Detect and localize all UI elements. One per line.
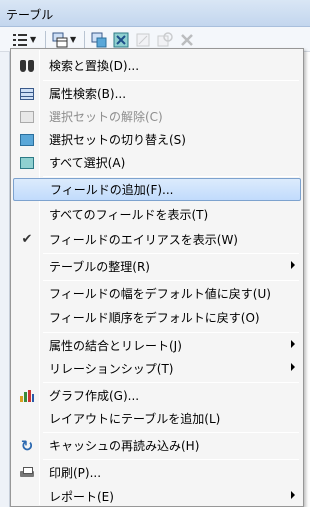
- menu-item-show-all-fields[interactable]: すべてのフィールドを表示(T): [13, 203, 301, 226]
- zoom-to-selected-icon: [157, 31, 173, 48]
- delete-icon: [179, 32, 195, 48]
- menu-separator: [43, 280, 299, 281]
- select-by-attributes-icon: [91, 32, 107, 48]
- switch-selection-button[interactable]: [113, 31, 129, 48]
- refresh-icon: ↻: [20, 436, 34, 455]
- switch-selection-icon: [20, 133, 34, 146]
- menu-item-label: フィールド順序をデフォルトに戻す(O): [49, 311, 260, 325]
- menu-item-label: グラフ作成(G)...: [49, 389, 140, 403]
- clear-selection-icon: [20, 110, 34, 123]
- related-tables-icon: [52, 32, 68, 48]
- submenu-arrow-icon: [291, 363, 295, 371]
- menu-item-switch-selection[interactable]: 選択セットの切り替え(S): [13, 128, 301, 151]
- menu-item-label: すべて選択(A): [49, 156, 126, 170]
- menu-item-joins-relates[interactable]: 属性の結合とリレート(J): [13, 334, 301, 357]
- toolbar-separator: [45, 31, 46, 48]
- menu-item-restore-field-widths[interactable]: フィールドの幅をデフォルト値に戻す(U): [13, 282, 301, 305]
- menu-item-label: キャッシュの再読み込み(H): [49, 439, 200, 453]
- menu-separator: [43, 332, 299, 333]
- menu-item-label: 選択セットの解除(C): [49, 110, 163, 124]
- menu-item-label: フィールドのエイリアスを表示(W): [49, 233, 238, 247]
- menu-item-label: フィールドの幅をデフォルト値に戻す(U): [49, 287, 271, 301]
- menu-item-select-by-attributes[interactable]: 属性検索(B)...: [13, 82, 301, 105]
- checkmark-icon: ✔: [21, 232, 33, 247]
- menu-separator: [43, 432, 299, 433]
- menu-item-restore-field-order[interactable]: フィールド順序をデフォルトに戻す(O): [13, 306, 301, 329]
- switch-selection-icon: [113, 32, 129, 48]
- clear-selection-button[interactable]: [135, 31, 151, 48]
- select-by-attributes-icon: [20, 87, 34, 100]
- menu-item-print[interactable]: 印刷(P)...: [13, 461, 301, 484]
- clear-selection-icon: [135, 32, 151, 48]
- menu-separator: [43, 176, 299, 177]
- menu-item-label: すべてのフィールドを表示(T): [49, 208, 209, 222]
- menu-item-arrange-tables[interactable]: テーブルの整理(R): [13, 255, 301, 278]
- table-options-menu: 検索と置換(D)... 属性検索(B)... 選択セットの解除(C) 選択セット…: [10, 48, 304, 507]
- menu-item-select-all[interactable]: すべて選択(A): [13, 151, 301, 174]
- menu-item-add-table-to-layout[interactable]: レイアウトにテーブルを追加(L): [13, 407, 301, 430]
- menu-item-label: レイアウトにテーブルを追加(L): [49, 412, 221, 426]
- menu-item-label: テーブルの整理(R): [49, 260, 150, 274]
- menu-item-relationships[interactable]: リレーションシップ(T): [13, 357, 301, 380]
- table-window-edge: [0, 52, 10, 507]
- menu-separator: [43, 459, 299, 460]
- menu-item-create-graph[interactable]: グラフ作成(G)...: [13, 384, 301, 407]
- menu-item-label: 選択セットの切り替え(S): [49, 133, 186, 147]
- table-options-icon: [12, 32, 28, 48]
- binoculars-icon: [20, 59, 34, 72]
- submenu-arrow-icon: [291, 261, 295, 269]
- menu-separator: [43, 382, 299, 383]
- select-all-icon: [20, 156, 34, 169]
- zoom-to-selected-button[interactable]: [157, 31, 173, 48]
- toolbar-separator: [84, 31, 85, 48]
- table-options-button[interactable]: ▼: [12, 31, 36, 48]
- window-title: テーブル: [6, 8, 54, 22]
- menu-item-label: 属性の結合とリレート(J): [49, 339, 182, 353]
- related-tables-button[interactable]: ▼: [52, 31, 76, 48]
- select-by-attributes-button[interactable]: [91, 31, 107, 48]
- menu-item-label: 属性検索(B)...: [49, 87, 127, 101]
- submenu-arrow-icon: [291, 491, 295, 499]
- menu-item-reports[interactable]: レポート(E): [13, 485, 301, 507]
- menu-item-label: フィールドの追加(F)...: [50, 183, 174, 197]
- menu-item-show-field-aliases[interactable]: ✔ フィールドのエイリアスを表示(W): [13, 228, 301, 251]
- printer-icon: [20, 466, 34, 479]
- menu-item-label: 印刷(P)...: [49, 466, 102, 480]
- menu-item-reload-cache[interactable]: ↻ キャッシュの再読み込み(H): [13, 434, 301, 457]
- menu-separator: [43, 253, 299, 254]
- menu-item-find-replace[interactable]: 検索と置換(D)...: [13, 54, 301, 77]
- menu-item-add-field[interactable]: フィールドの追加(F)...: [13, 178, 301, 201]
- window-titlebar: テーブル: [0, 0, 310, 27]
- chevron-down-icon: ▼: [70, 35, 77, 44]
- submenu-arrow-icon: [291, 340, 295, 348]
- menu-item-clear-selection[interactable]: 選択セットの解除(C): [13, 105, 301, 128]
- delete-selected-button[interactable]: [179, 31, 195, 48]
- menu-item-label: レポート(E): [49, 490, 114, 504]
- menu-item-label: リレーションシップ(T): [49, 362, 174, 376]
- bar-chart-icon: [20, 389, 34, 402]
- menu-separator: [43, 80, 299, 81]
- menu-item-label: 検索と置換(D)...: [49, 59, 140, 73]
- chevron-down-icon: ▼: [30, 35, 37, 44]
